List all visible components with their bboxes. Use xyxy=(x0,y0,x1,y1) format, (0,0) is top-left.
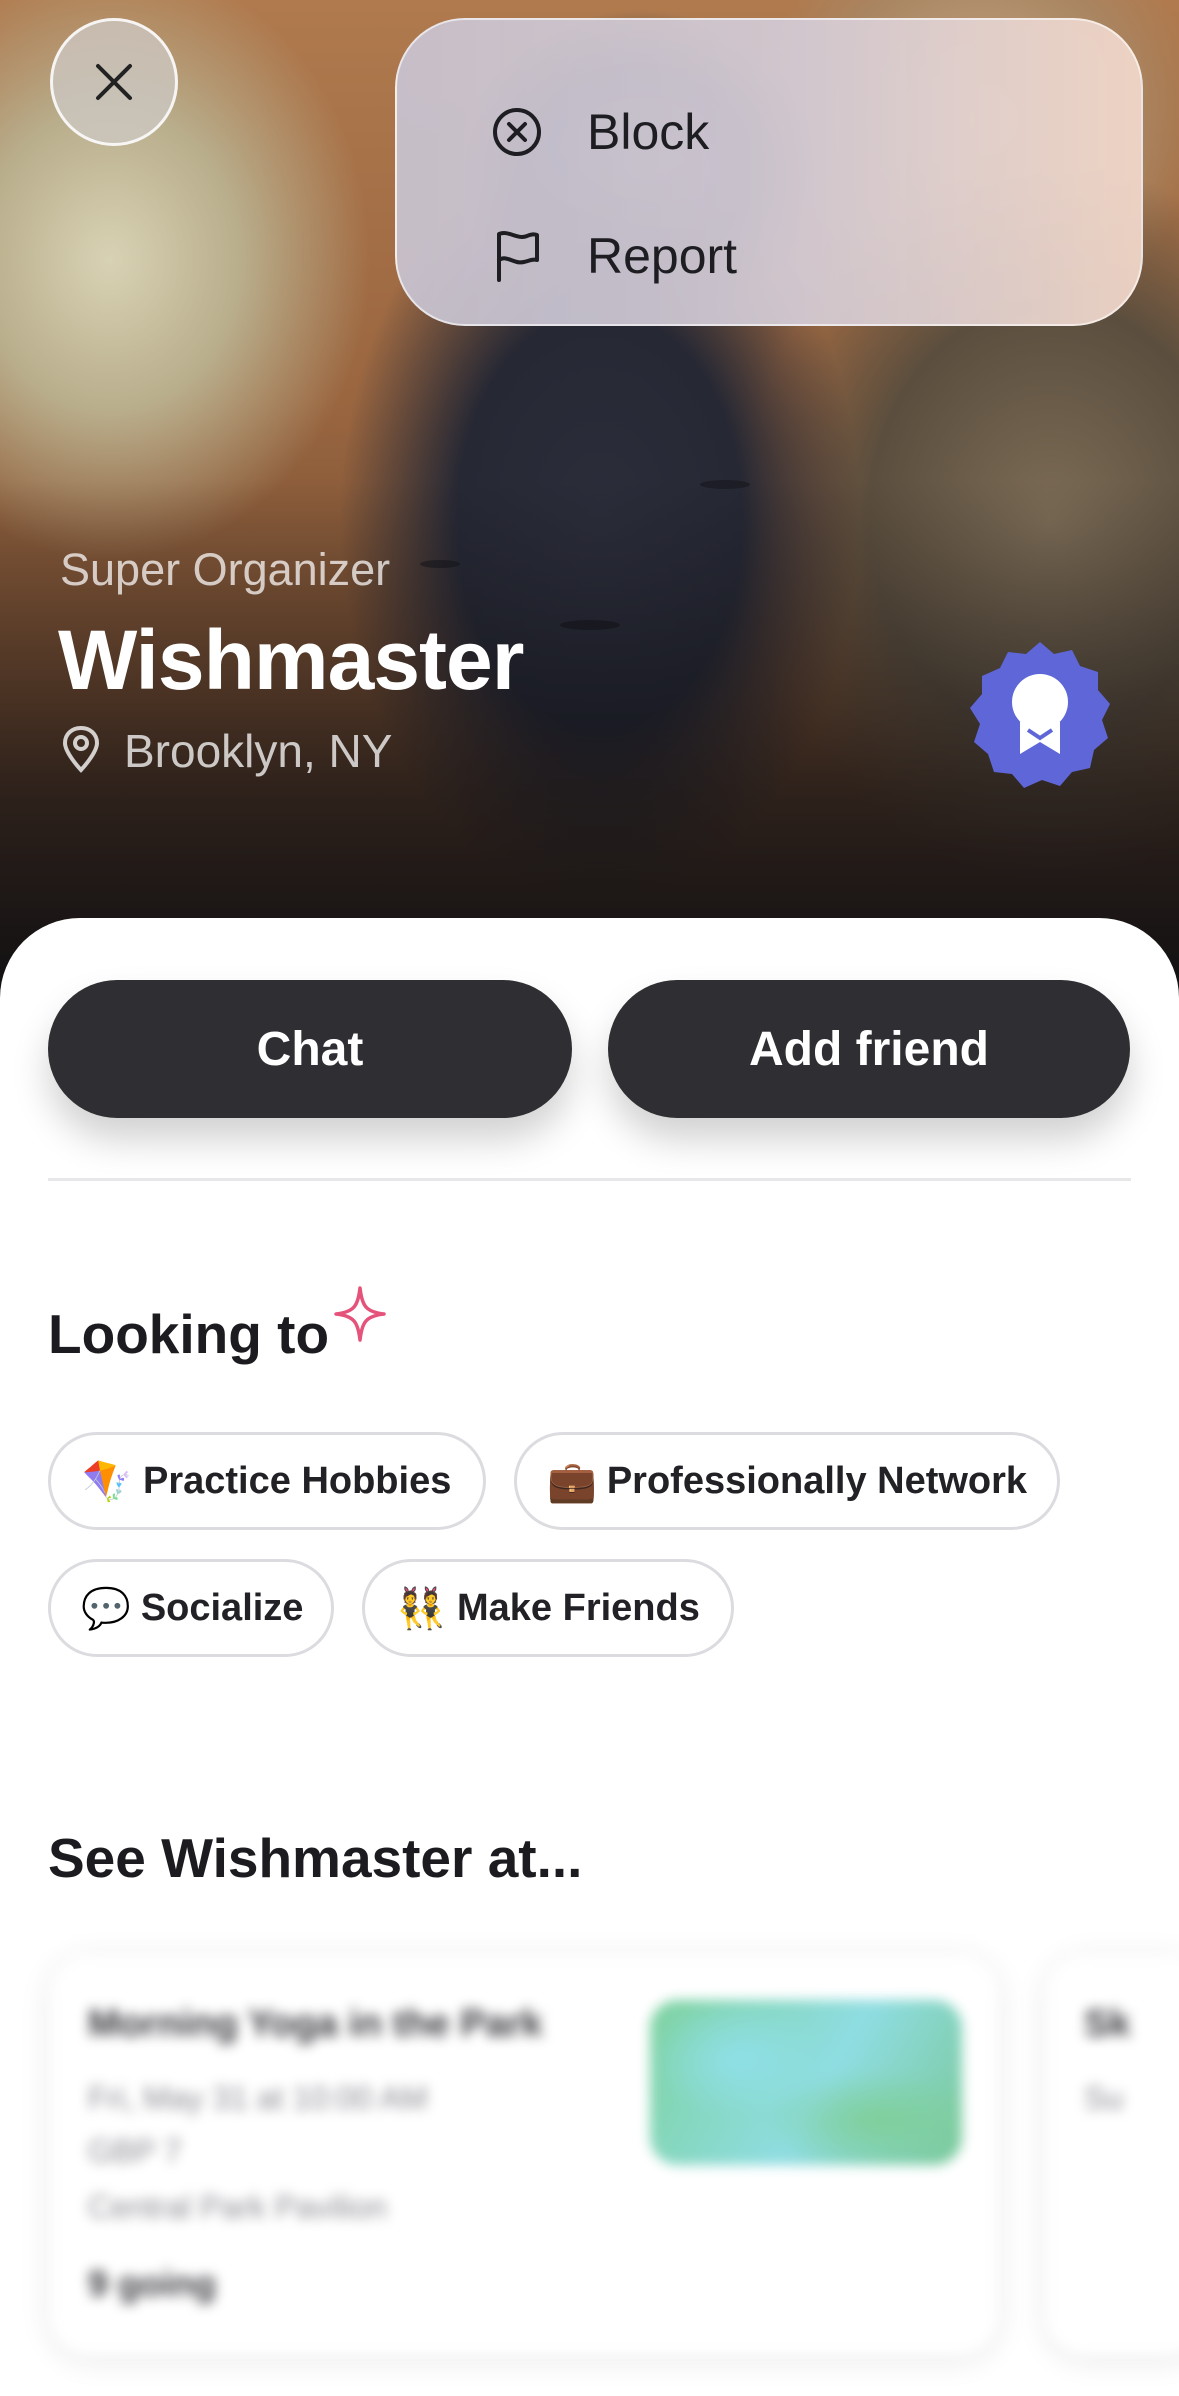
close-button[interactable] xyxy=(50,18,178,146)
flag-icon xyxy=(487,226,547,286)
looking-to-title: Looking to xyxy=(48,1303,330,1365)
event-attendance: 9 going xyxy=(88,2263,216,2304)
profile-options-menu: Block Report xyxy=(395,18,1143,326)
event-card[interactable]: Sk Su xyxy=(1046,1955,1179,2355)
chip-professionally-network: 💼 Professionally Network xyxy=(514,1432,1060,1530)
kite-icon: 🪁 xyxy=(82,1458,132,1505)
chip-label: Professionally Network xyxy=(606,1459,1028,1502)
profile-name: Wishmaster xyxy=(58,613,524,707)
super-organizer-badge-icon[interactable] xyxy=(962,638,1118,794)
chip-practice-hobbies: 🪁 Practice Hobbies xyxy=(48,1432,486,1530)
chip-label: Practice Hobbies xyxy=(143,1459,452,1502)
event-title: Sk xyxy=(1084,2003,1131,2045)
event-date: Su xyxy=(1084,2080,1124,2116)
see-user-at-title: See Wishmaster at... xyxy=(48,1827,583,1889)
chat-button[interactable]: Chat xyxy=(48,980,572,1118)
event-card[interactable]: Morning Yoga in the Park Fri, May 31 at … xyxy=(50,1955,998,2355)
menu-item-block[interactable]: Block xyxy=(487,92,709,172)
event-date: Fri, May 31 at 10:00 AM xyxy=(88,2080,428,2116)
chip-label: Make Friends xyxy=(457,1586,700,1629)
menu-item-report[interactable]: Report xyxy=(487,216,737,296)
menu-item-label: Block xyxy=(587,104,710,160)
menu-item-label: Report xyxy=(587,228,738,284)
chip-make-friends: 👯 Make Friends xyxy=(362,1559,734,1657)
profile-location: Brooklyn, NY xyxy=(60,724,392,778)
sparkle-icon xyxy=(332,1284,388,1344)
event-title: Morning Yoga in the Park xyxy=(88,2003,543,2045)
divider xyxy=(48,1178,1131,1181)
chip-socialize: 💬 Socialize xyxy=(48,1559,334,1657)
add-friend-button[interactable]: Add friend xyxy=(608,980,1130,1118)
location-label: Brooklyn, NY xyxy=(124,725,393,777)
event-map-thumbnail xyxy=(650,2000,962,2165)
profile-subtitle: Super Organizer xyxy=(60,544,391,595)
dancers-icon: 👯 xyxy=(396,1585,446,1632)
briefcase-icon: 💼 xyxy=(547,1458,597,1505)
event-venue: Central Park Pavilion xyxy=(88,2189,387,2225)
map-pin-icon xyxy=(60,725,102,778)
close-icon xyxy=(96,64,132,100)
event-price: GBP 7 xyxy=(88,2133,182,2169)
circle-x-icon xyxy=(487,102,547,162)
speech-bubble-icon: 💬 xyxy=(81,1585,131,1632)
chip-label: Socialize xyxy=(140,1586,304,1629)
